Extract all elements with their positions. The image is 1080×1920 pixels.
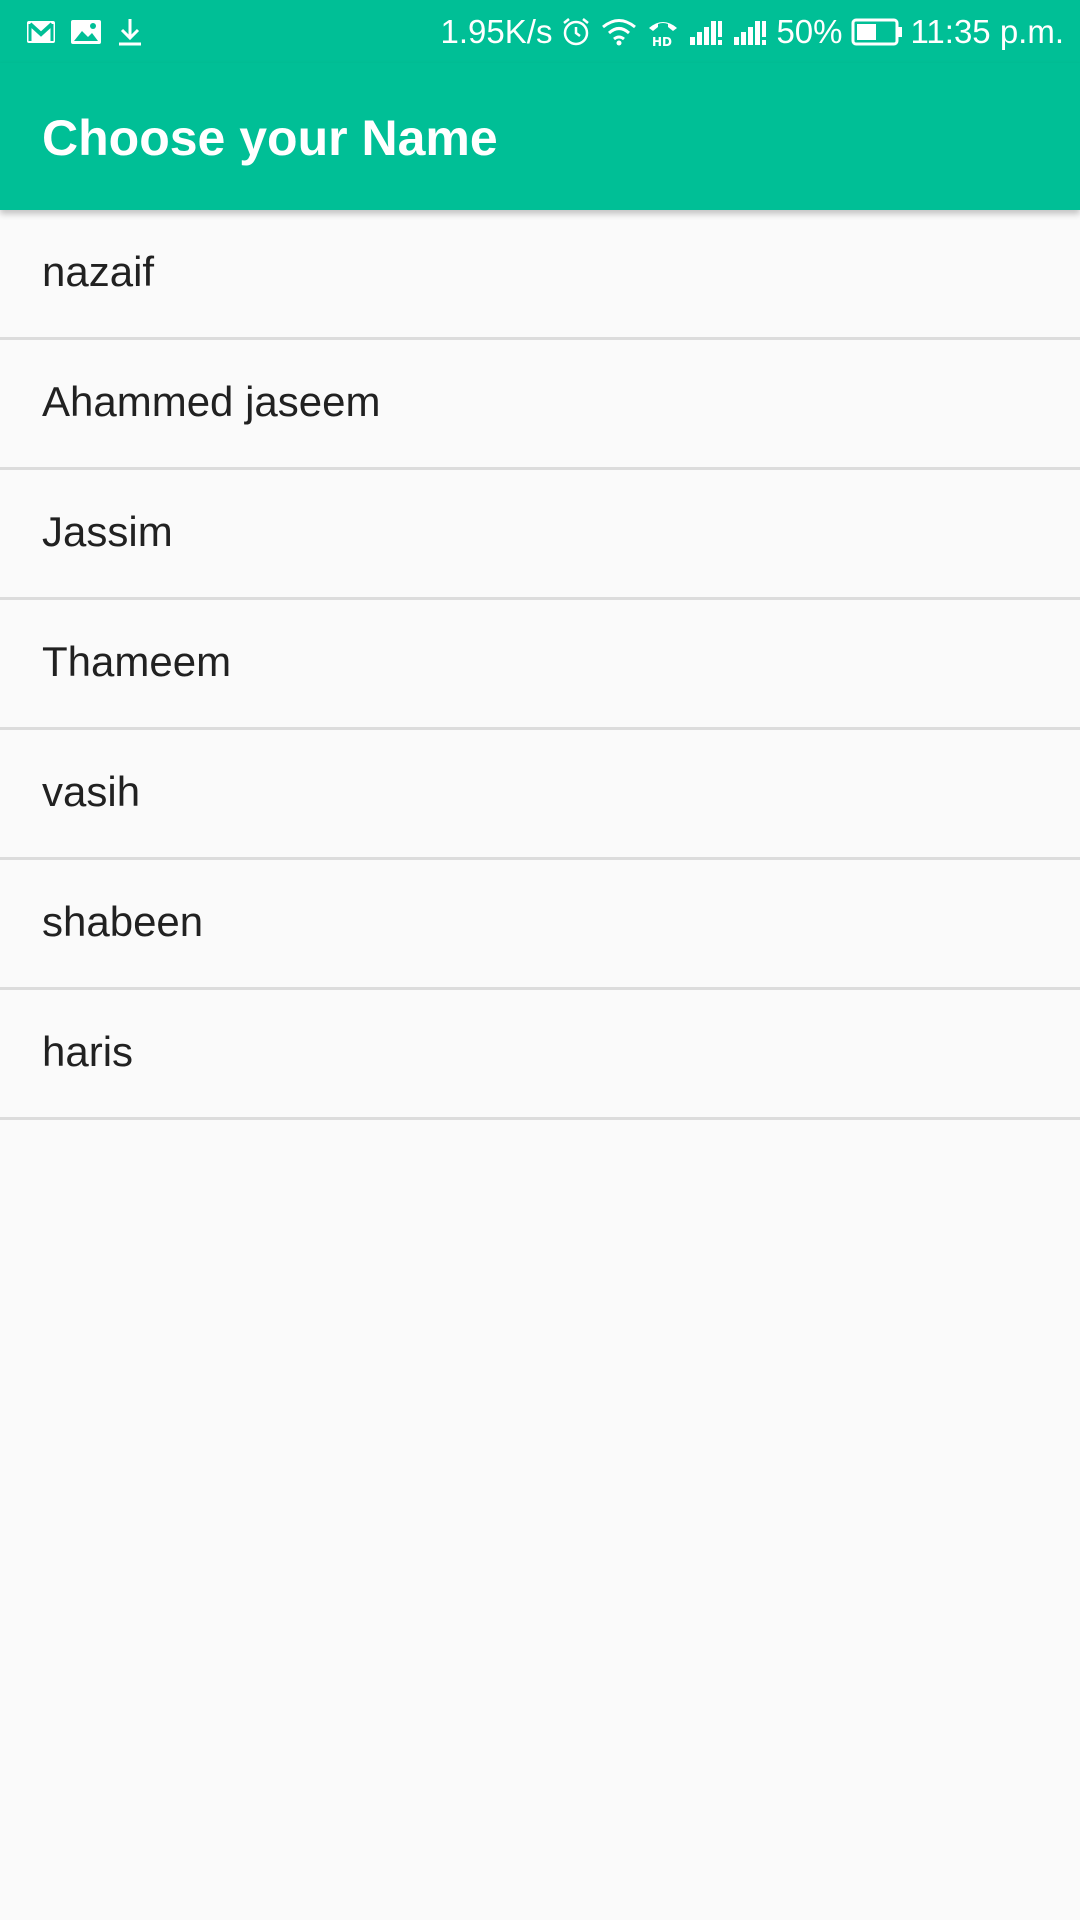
app-bar: Choose your Name [0, 63, 1080, 210]
list-item-label: Ahammed jaseem [42, 378, 381, 425]
clock: 11:35 p.m. [910, 13, 1064, 50]
gmail-icon [26, 19, 56, 45]
list-item-shabeen[interactable]: shabeen [0, 860, 1080, 990]
image-icon [70, 19, 102, 45]
list-item-label: vasih [42, 768, 141, 815]
list-item-label: haris [42, 1028, 134, 1075]
hd-call-icon: HD [646, 16, 680, 48]
notification-icons [26, 16, 144, 48]
screen: 1.95K/s HD 50% 11:35 p.m. Choose your Na… [0, 0, 1080, 1920]
list-item-vasih[interactable]: vasih [0, 730, 1080, 860]
list-item-ahammed-jaseem[interactable]: Ahammed jaseem [0, 340, 1080, 470]
battery-percent: 50% [776, 13, 843, 50]
list-item-nazaif[interactable]: nazaif [0, 210, 1080, 340]
signal-icon [732, 17, 768, 47]
list-item-jassim[interactable]: Jassim [0, 470, 1080, 600]
status-bar: 1.95K/s HD 50% 11:35 p.m. [0, 0, 1080, 63]
list-item-label: shabeen [42, 898, 204, 945]
download-icon [116, 17, 144, 47]
alarm-icon [560, 16, 592, 48]
wifi-icon [600, 17, 638, 47]
svg-text:HD: HD [652, 35, 672, 48]
list-item-thameem[interactable]: Thameem [0, 600, 1080, 730]
name-list: nazaif Ahammed jaseem Jassim Thameem vas… [0, 210, 1080, 1120]
list-item-label: nazaif [42, 248, 155, 295]
list-item-label: Jassim [42, 508, 173, 555]
list-item-haris[interactable]: haris [0, 990, 1080, 1120]
list-item-label: Thameem [42, 638, 232, 685]
page-title: Choose your Name [42, 110, 498, 166]
signal-icon [688, 17, 724, 47]
battery-icon [851, 18, 903, 46]
system-status: 1.95K/s HD 50% 11:35 p.m. [441, 10, 1064, 54]
network-speed: 1.95K/s [440, 13, 553, 50]
